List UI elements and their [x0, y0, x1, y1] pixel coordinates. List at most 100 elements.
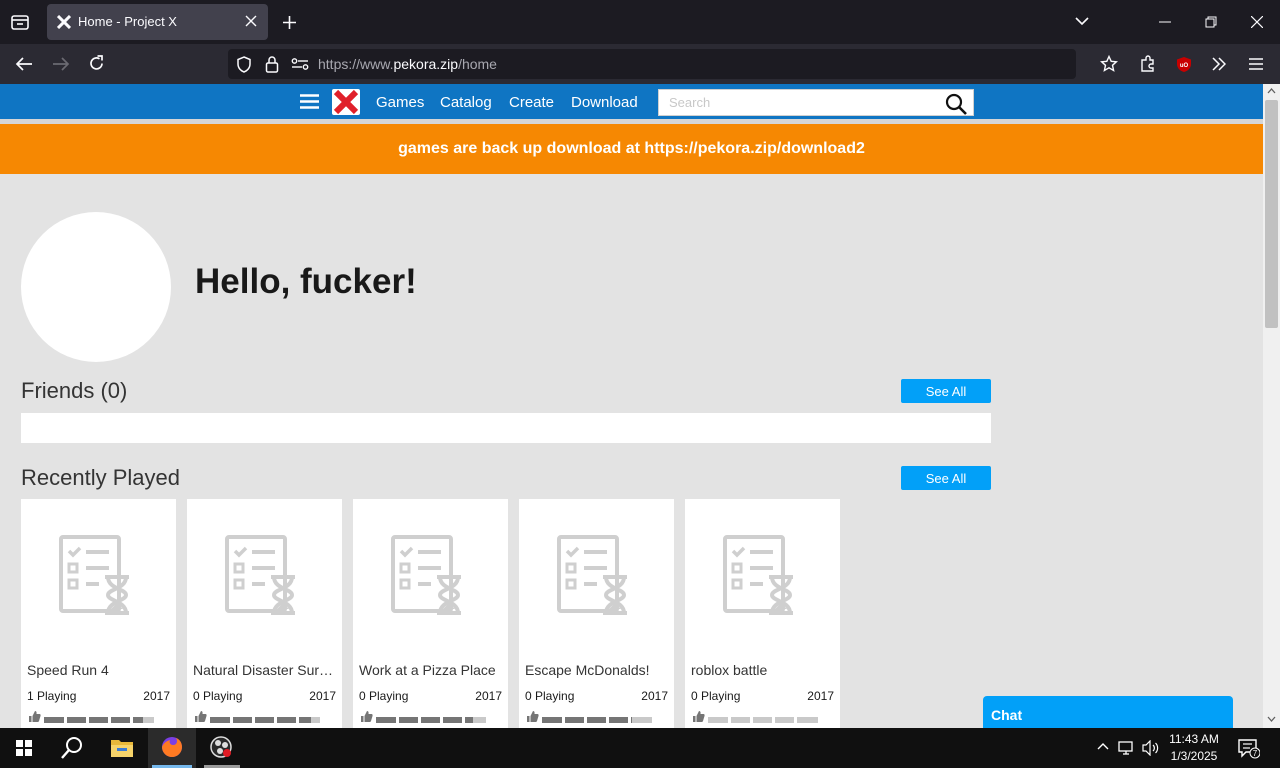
- tray-chevron-up-icon[interactable]: [1097, 742, 1109, 750]
- lock-icon[interactable]: [265, 55, 279, 73]
- game-card[interactable]: Speed Run 4 1 Playing 2017: [21, 499, 176, 728]
- avatar[interactable]: [21, 212, 171, 362]
- tray-clock-date[interactable]: 1/3/2025: [1162, 749, 1226, 763]
- new-tab-icon[interactable]: [282, 15, 297, 30]
- tab-title: Home - Project X: [78, 14, 177, 29]
- back-arrow-icon[interactable]: [15, 56, 33, 72]
- site-favicon-icon: [57, 15, 71, 29]
- file-explorer-icon[interactable]: [98, 728, 146, 768]
- game-name[interactable]: Escape McDonalds!: [525, 662, 670, 678]
- hamburger-menu-icon[interactable]: [300, 94, 319, 109]
- obs-studio-icon[interactable]: [198, 728, 246, 768]
- game-thumbnail-placeholder-icon[interactable]: [383, 529, 478, 629]
- greeting-heading: Hello, fucker!: [195, 262, 417, 301]
- vote-bar-separator: [728, 717, 731, 723]
- chat-panel[interactable]: Chat: [983, 696, 1233, 728]
- vote-bar-track: [44, 717, 154, 723]
- scroll-down-icon[interactable]: [1267, 716, 1276, 722]
- permissions-icon[interactable]: [291, 58, 309, 70]
- network-icon[interactable]: [1118, 740, 1136, 756]
- windows-start-icon[interactable]: [0, 728, 48, 768]
- recently-played-see-all-button[interactable]: See All: [901, 466, 991, 490]
- search-input[interactable]: [659, 90, 939, 115]
- vote-bar-separator: [440, 717, 443, 723]
- thumbs-up-icon: [526, 710, 539, 723]
- game-playing-count: 0 Playing: [525, 689, 575, 703]
- vote-bar-track: [376, 717, 486, 723]
- volume-icon[interactable]: [1142, 740, 1160, 756]
- active-tab[interactable]: Home - Project X: [47, 4, 268, 40]
- notifications-icon[interactable]: 7: [1238, 739, 1260, 759]
- game-playing-count: 1 Playing: [27, 689, 77, 703]
- game-playing-count: 0 Playing: [359, 689, 409, 703]
- restore-window-icon[interactable]: [1205, 16, 1217, 28]
- friends-see-all-button[interactable]: See All: [901, 379, 991, 403]
- bookmark-star-icon[interactable]: [1100, 55, 1118, 73]
- browser-tab-bar: Home - Project X: [0, 0, 1280, 44]
- close-tab-icon[interactable]: [245, 15, 257, 27]
- game-name[interactable]: Speed Run 4: [27, 662, 172, 678]
- reload-icon[interactable]: [88, 55, 105, 72]
- game-year: 2017: [807, 689, 834, 703]
- vote-bar-track: [210, 717, 320, 723]
- thumbs-up-icon: [28, 710, 41, 723]
- vote-bar-separator: [130, 717, 133, 723]
- url-domain: pekora.zip: [393, 56, 459, 72]
- vote-bar-separator: [606, 717, 609, 723]
- vote-bar-separator: [396, 717, 399, 723]
- firefox-icon[interactable]: [148, 728, 196, 768]
- ublock-origin-icon[interactable]: uO: [1176, 56, 1192, 73]
- scrollbar-thumb[interactable]: [1265, 100, 1278, 328]
- vote-bar-track: [542, 717, 652, 723]
- game-name[interactable]: Natural Disaster Survival: [193, 662, 338, 678]
- site-logo-icon[interactable]: [332, 89, 360, 115]
- vote-bar-separator: [296, 717, 299, 723]
- game-card[interactable]: Work at a Pizza Place 0 Playing 2017: [353, 499, 508, 728]
- game-playing-count: 0 Playing: [691, 689, 741, 703]
- vote-bar-fill: [44, 717, 143, 723]
- tray-clock-time[interactable]: 11:43 AM: [1162, 732, 1226, 746]
- vote-bar-separator: [108, 717, 111, 723]
- game-thumbnail-placeholder-icon[interactable]: [715, 529, 810, 629]
- close-window-icon[interactable]: [1251, 16, 1263, 28]
- game-thumbnail-placeholder-icon[interactable]: [217, 529, 312, 629]
- game-card[interactable]: Escape McDonalds! 0 Playing 2017: [519, 499, 674, 728]
- tracking-shield-icon[interactable]: [236, 56, 252, 73]
- vote-bar-separator: [584, 717, 587, 723]
- vote-bar-empty: [708, 717, 818, 723]
- game-name[interactable]: Work at a Pizza Place: [359, 662, 504, 678]
- vote-bar-track: [708, 717, 818, 723]
- url-text[interactable]: https://www.pekora.zip/home: [318, 56, 497, 72]
- game-vote-bar: [526, 710, 666, 724]
- chevron-down-icon[interactable]: [1075, 16, 1089, 26]
- game-name[interactable]: roblox battle: [691, 662, 836, 678]
- game-thumbnail-placeholder-icon[interactable]: [51, 529, 146, 629]
- forward-arrow-icon[interactable]: [52, 56, 70, 72]
- tab-list-icon[interactable]: [10, 12, 30, 32]
- address-bar[interactable]: https://www.pekora.zip/home: [228, 49, 1076, 79]
- taskbar: 11:43 AM 1/3/2025 7: [0, 728, 1280, 768]
- vote-bar-separator: [64, 717, 67, 723]
- extensions-puzzle-icon[interactable]: [1139, 55, 1157, 73]
- more-tools-chevron-icon[interactable]: [1212, 57, 1226, 71]
- thumbs-up-icon: [692, 710, 705, 723]
- page-scrollbar[interactable]: [1263, 84, 1280, 728]
- scroll-up-icon[interactable]: [1267, 88, 1276, 94]
- game-year: 2017: [309, 689, 336, 703]
- vote-bar-separator: [86, 717, 89, 723]
- notification-count: 7: [1253, 749, 1258, 758]
- app-menu-icon[interactable]: [1249, 58, 1263, 70]
- svg-text:uO: uO: [1180, 63, 1189, 69]
- search-icon[interactable]: [945, 93, 967, 115]
- minimize-window-icon[interactable]: [1159, 21, 1171, 23]
- game-card[interactable]: roblox battle 0 Playing 2017: [685, 499, 840, 728]
- taskbar-search-icon[interactable]: [48, 728, 96, 768]
- vote-bar-separator: [772, 717, 775, 723]
- vote-bar-separator: [252, 717, 255, 723]
- game-thumbnail-placeholder-icon[interactable]: [549, 529, 644, 629]
- nav-link-create[interactable]: Create: [509, 94, 554, 111]
- nav-link-games[interactable]: Games: [376, 94, 424, 111]
- nav-link-download[interactable]: Download: [571, 94, 638, 111]
- nav-link-catalog[interactable]: Catalog: [440, 94, 492, 111]
- game-card[interactable]: Natural Disaster Survival 0 Playing 2017: [187, 499, 342, 728]
